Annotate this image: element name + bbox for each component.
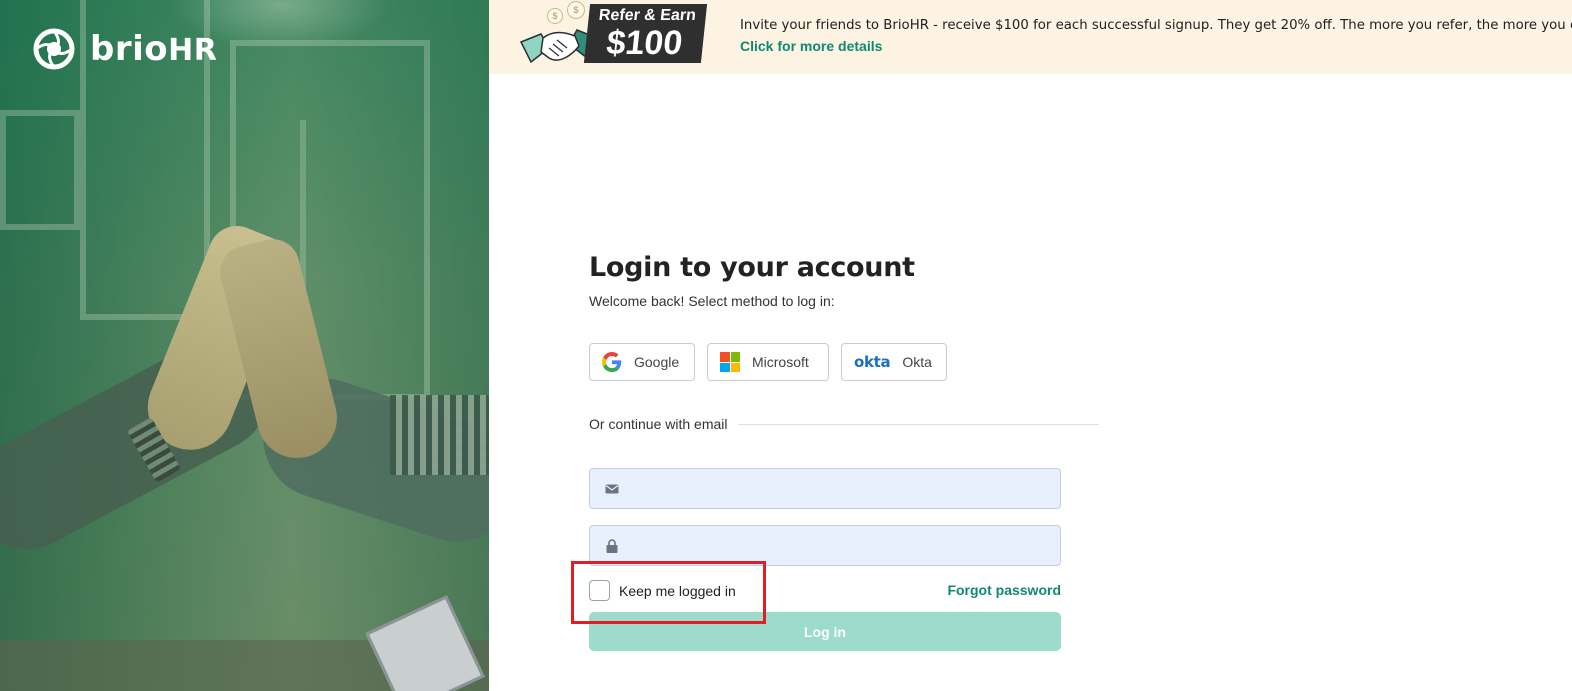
microsoft-icon (720, 352, 740, 372)
forgot-password-link[interactable]: Forgot password (947, 582, 1061, 598)
google-login-label: Google (634, 354, 680, 370)
email-field-wrapper (589, 468, 1061, 509)
hero-plaid-sleeve (390, 395, 489, 475)
password-field[interactable] (590, 526, 1060, 565)
login-options: Keep me logged in Forgot password (571, 561, 1061, 624)
referral-banner[interactable]: $ $ Refer & Earn $100 Invite your friend… (489, 0, 1572, 74)
refer-earn-amount: $100 (604, 24, 685, 62)
brand-name: brioHR (90, 29, 217, 69)
keep-logged-in-label: Keep me logged in (619, 582, 736, 599)
page-title: Login to your account (589, 252, 915, 283)
okta-login-button[interactable]: okta Okta (841, 343, 947, 381)
envelope-icon (605, 484, 619, 494)
keep-logged-in-checkbox[interactable] (589, 580, 610, 601)
divider-line (737, 423, 1099, 425)
sso-options: Google Microsoft okta Okta (589, 343, 1099, 381)
brio-logo-icon (33, 28, 75, 70)
google-icon (602, 352, 622, 372)
divider-label: Or continue with email (589, 416, 728, 432)
login-form: Login to your account Welcome back! Sele… (571, 252, 1099, 651)
password-field-wrapper (589, 525, 1061, 566)
microsoft-login-label: Microsoft (752, 354, 809, 370)
referral-message: Invite your friends to BrioHR - receive … (740, 18, 1572, 33)
lock-icon (606, 539, 618, 553)
keep-logged-in-option[interactable]: Keep me logged in (589, 580, 736, 601)
brand-logo: brioHR (30, 25, 217, 73)
referral-details-link[interactable]: Click for more details (740, 38, 882, 54)
google-login-button[interactable]: Google (589, 343, 695, 381)
email-field[interactable] (590, 469, 1060, 508)
okta-icon: okta (854, 353, 891, 371)
hero-window-frame (0, 110, 80, 230)
okta-login-label: Okta (902, 354, 932, 370)
refer-earn-badge: Refer & Earn $100 (583, 4, 708, 63)
hero-image: brioHR (0, 0, 489, 691)
microsoft-login-button[interactable]: Microsoft (707, 343, 829, 381)
refer-earn-title: Refer & Earn (597, 7, 697, 24)
referral-banner-art: $ $ Refer & Earn $100 (489, 0, 729, 74)
login-subtitle: Welcome back! Select method to log in: (589, 293, 835, 309)
brand-name-suffix: HR (168, 33, 218, 68)
email-divider: Or continue with email (589, 416, 1099, 432)
referral-banner-text: Invite your friends to BrioHR - receive … (740, 18, 1572, 56)
brand-name-main: brio (90, 29, 169, 69)
coin-icon: $ (567, 1, 585, 19)
